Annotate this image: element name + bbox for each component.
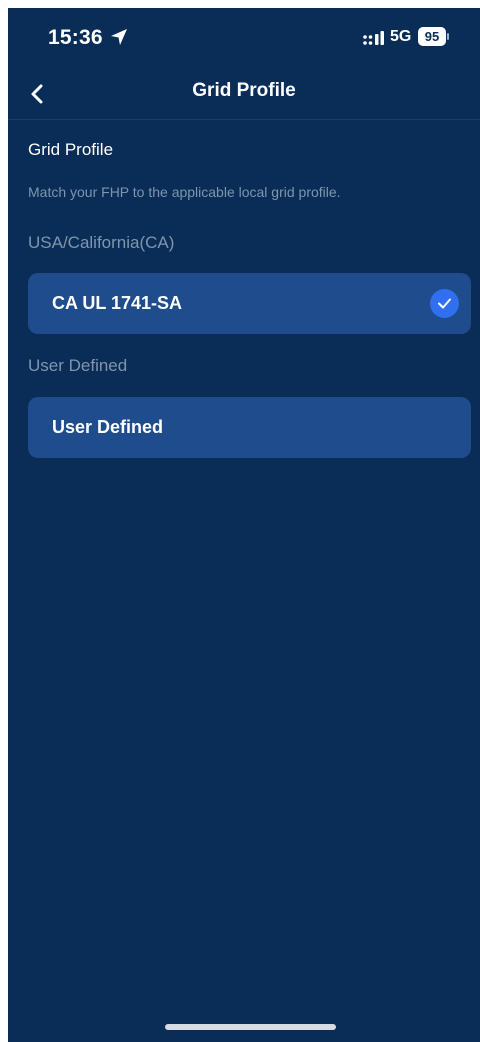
location-arrow-icon bbox=[111, 29, 127, 45]
navigation-bar: Grid Profile bbox=[8, 68, 480, 120]
section-description: Match your FHP to the applicable local g… bbox=[28, 184, 341, 200]
option-label: CA UL 1741-SA bbox=[52, 293, 183, 313]
battery-level: 95 bbox=[424, 29, 440, 44]
check-icon bbox=[430, 289, 459, 318]
group-label-usa-california: USA/California(CA) bbox=[28, 233, 175, 252]
section-title: Grid Profile bbox=[28, 140, 114, 159]
group-label-user-defined: User Defined bbox=[28, 356, 128, 375]
network-type: 5G bbox=[390, 28, 412, 45]
page-title: Grid Profile bbox=[192, 80, 296, 101]
option-ca-ul-1741-sa[interactable]: CA UL 1741-SA bbox=[28, 273, 471, 334]
battery-tip bbox=[447, 33, 449, 40]
status-bar: 15:36 5G 95 bbox=[8, 8, 480, 68]
battery-indicator: 95 bbox=[418, 27, 450, 46]
grid-profile-screen: 15:36 5G 95 Grid Profile Grid Profile Ma… bbox=[8, 8, 480, 1042]
cellular-signal-icon bbox=[363, 31, 384, 45]
option-user-defined[interactable]: User Defined bbox=[28, 397, 471, 458]
status-time: 15:36 bbox=[48, 26, 103, 49]
home-indicator[interactable] bbox=[165, 1024, 336, 1030]
option-label: User Defined bbox=[52, 417, 164, 437]
